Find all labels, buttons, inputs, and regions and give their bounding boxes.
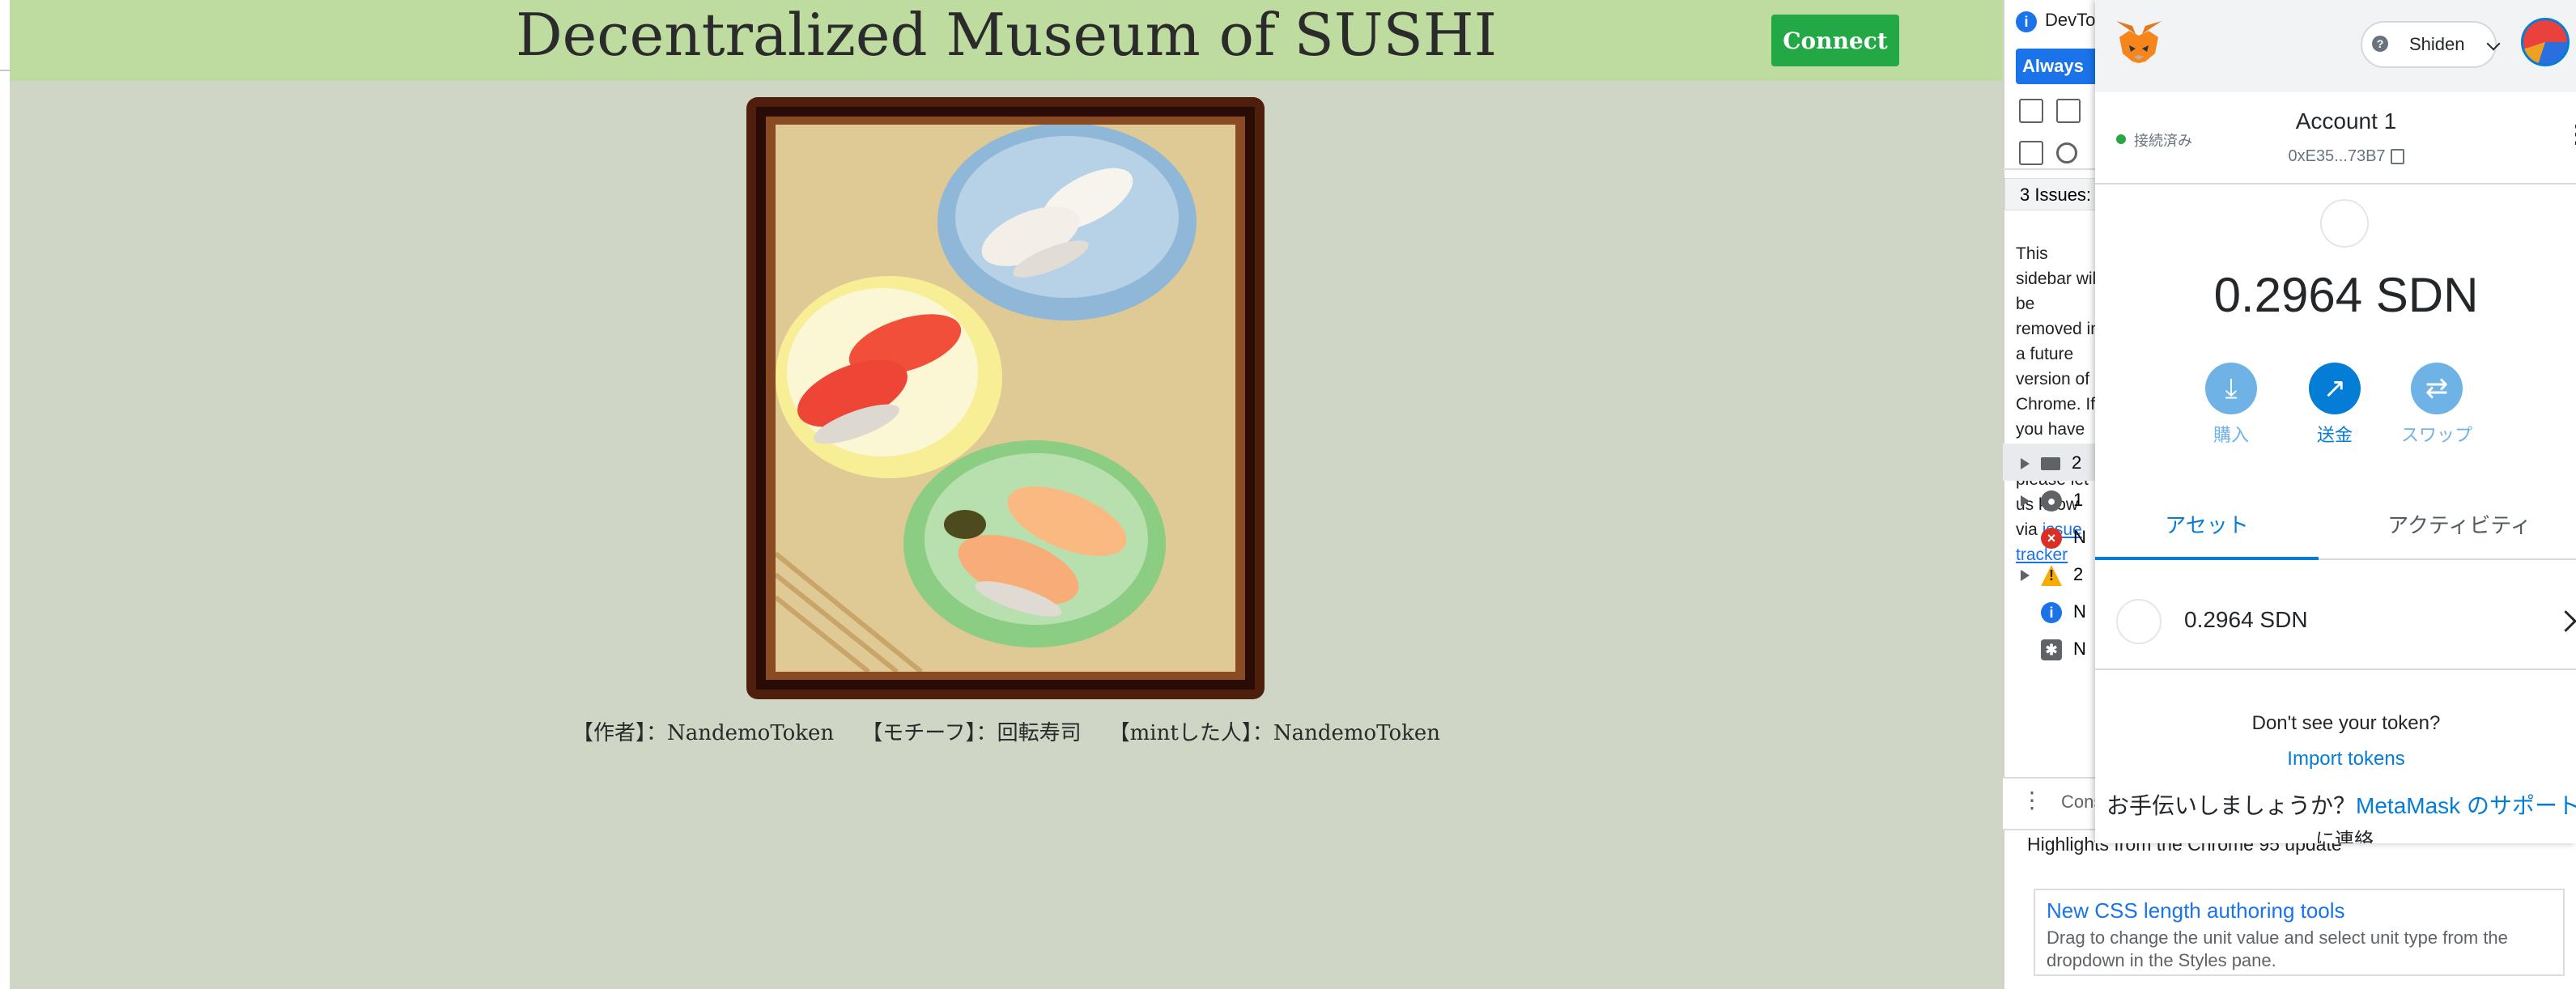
sidebar-notice: This sidebar will be removed in a future… bbox=[2016, 241, 2100, 567]
card-body: Drag to change the unit value and select… bbox=[2047, 927, 2508, 970]
sidebar-toggle-icon[interactable] bbox=[2019, 141, 2043, 165]
devtools-title: DevTools bbox=[2045, 10, 2097, 30]
download-icon: ⤓ bbox=[2225, 373, 2238, 404]
console-row-info[interactable]: iN bbox=[2021, 594, 2098, 630]
address-text[interactable]: 0xE35...73B7 bbox=[2288, 147, 2385, 165]
asset-list-item[interactable] bbox=[2095, 576, 2576, 670]
swap-icon: ⇄ bbox=[2425, 373, 2449, 404]
console-row-messages[interactable]: 2 bbox=[2021, 445, 2098, 481]
always-match-language-button[interactable]: Always match Chrome's language bbox=[2016, 49, 2100, 84]
copy-icon[interactable] bbox=[2390, 149, 2404, 165]
author-value: NandemoToken bbox=[666, 721, 835, 745]
help-suffix: に連絡 bbox=[2315, 830, 2374, 843]
account-address[interactable]: 0xE35...73B7 bbox=[2251, 147, 2442, 166]
console-row-user[interactable]: ● 1 bbox=[2021, 482, 2098, 518]
account-name[interactable]: Account 1 bbox=[2251, 108, 2442, 134]
swap-label[interactable]: スワップ bbox=[2380, 421, 2493, 447]
card-title[interactable]: New CSS length authoring tools bbox=[2047, 898, 2552, 923]
inspect-element-icon[interactable] bbox=[2019, 99, 2043, 123]
row-count: 1 bbox=[2073, 490, 2084, 510]
connection-status[interactable]: 接続済み bbox=[2134, 129, 2192, 151]
support-link[interactable]: MetaMask のサポート bbox=[2356, 793, 2576, 818]
buy-label[interactable]: 購入 bbox=[2174, 421, 2288, 447]
asset-balance[interactable]: 0.2964 SDN bbox=[2184, 607, 2308, 633]
minter-label: 【mintした人】： bbox=[1108, 721, 1273, 745]
import-tokens-link[interactable]: Import tokens bbox=[2095, 748, 2576, 770]
yellow-plate bbox=[776, 276, 1002, 478]
drawer-menu-icon[interactable]: ⋮ bbox=[2021, 787, 2043, 813]
tab-activity[interactable]: アクティビティ bbox=[2319, 502, 2576, 560]
buy-button[interactable]: ⤓ bbox=[2205, 363, 2257, 414]
metamask-header bbox=[2095, 0, 2576, 92]
help-text: お手伝いしましょうか？MetaMask のサポート bbox=[2106, 788, 2576, 821]
sushi-artwork bbox=[776, 125, 1235, 672]
row-count: N bbox=[2073, 639, 2086, 659]
metamask-fox-icon[interactable] bbox=[2113, 16, 2165, 68]
connect-button[interactable]: Connect bbox=[1771, 15, 1899, 66]
artwork-caption: 【作者】：NandemoToken 【モチーフ】：回転寿司 【mintした人】：Na… bbox=[10, 716, 2003, 746]
clear-console-icon[interactable] bbox=[2056, 142, 2077, 163]
row-count: N bbox=[2073, 527, 2086, 547]
help-prefix: お手伝いしましょうか？ bbox=[2106, 793, 2357, 818]
whats-new-card[interactable]: New CSS length authoring tools Drag to c… bbox=[2034, 889, 2565, 976]
console-row-warnings[interactable]: ! 2 bbox=[2021, 557, 2098, 592]
arrow-up-right-icon: ↗ bbox=[2323, 373, 2347, 404]
connected-dot-icon bbox=[2116, 134, 2126, 144]
tab-assets[interactable]: アセット bbox=[2095, 502, 2319, 560]
site-title: Decentralized Museum of SUSHI bbox=[515, 1, 1498, 69]
send-label[interactable]: 送金 bbox=[2278, 421, 2391, 447]
blue-plate bbox=[937, 125, 1197, 320]
info-icon: i bbox=[2041, 602, 2062, 624]
bug-icon: ✱ bbox=[2041, 639, 2062, 661]
minter-value: NandemoToken bbox=[1273, 721, 1441, 745]
more-options-icon[interactable]: ⋮ bbox=[2565, 123, 2576, 147]
green-plate bbox=[903, 440, 1166, 647]
network-icon: ? bbox=[2372, 36, 2388, 52]
dont-see-token-text: Don't see your token? bbox=[2251, 712, 2441, 734]
row-count: 2 bbox=[2072, 452, 2082, 473]
swap-button[interactable]: ⇄ bbox=[2411, 363, 2463, 414]
motif-value: 回転寿司 bbox=[997, 721, 1082, 745]
devtools-divider bbox=[2003, 168, 2100, 170]
account-avatar[interactable] bbox=[2521, 18, 2570, 66]
balance-display: 0.2964 SDN bbox=[2213, 268, 2479, 322]
console-row-errors[interactable]: × N bbox=[2021, 520, 2098, 555]
console-tab[interactable]: Console bbox=[2061, 792, 2098, 813]
token-icon bbox=[2320, 199, 2369, 248]
device-toolbar-icon[interactable] bbox=[2056, 99, 2081, 123]
asset-token-icon bbox=[2116, 599, 2162, 644]
user-icon: ● bbox=[2041, 490, 2062, 512]
send-button[interactable]: ↗ bbox=[2309, 363, 2361, 414]
gutter-divider bbox=[0, 70, 10, 71]
left-gutter bbox=[0, 0, 10, 989]
warning-icon: ! bbox=[2041, 565, 2062, 587]
issues-button[interactable]: 3 Issues: bbox=[2004, 178, 2098, 210]
info-icon: i bbox=[2016, 11, 2037, 32]
console-row-verbose[interactable]: ✱ N bbox=[2021, 631, 2098, 667]
error-icon: × bbox=[2041, 528, 2062, 550]
row-count: N bbox=[2073, 601, 2086, 622]
row-count: 2 bbox=[2073, 564, 2084, 584]
motif-label: 【モチーフ】： bbox=[861, 721, 997, 745]
list-icon bbox=[2041, 457, 2060, 471]
author-label: 【作者】： bbox=[572, 721, 667, 745]
